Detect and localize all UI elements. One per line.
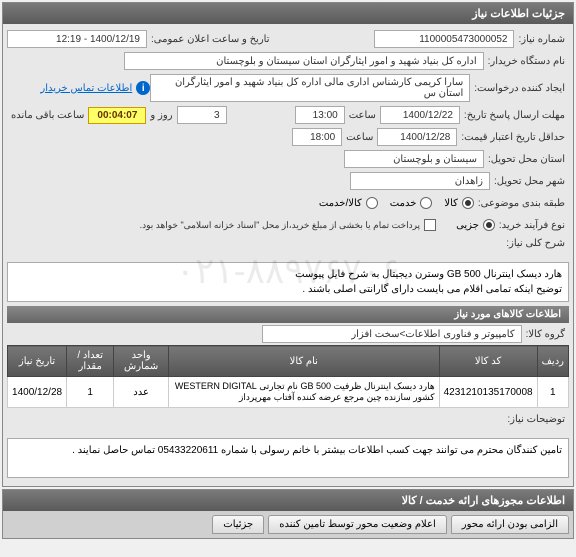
cell-qty: 1	[67, 377, 114, 408]
city-field: زاهدان	[350, 172, 490, 190]
radio-service-label: خدمت	[390, 198, 417, 209]
remaining-label: ساعت باقی مانده	[7, 110, 88, 121]
col-unit: واحد شمارش	[114, 346, 169, 377]
creator-label: ایجاد کننده درخواست:	[470, 83, 569, 94]
days-label: روز و	[146, 110, 176, 121]
city-label: شهر محل تحویل:	[490, 176, 569, 187]
goods-info-header: اطلاعات کالاهای مورد نیاز	[7, 306, 569, 323]
province-field: سیستان و بلوچستان	[344, 150, 484, 168]
licenses-header: اطلاعات مجوزهای ارائه خدمت / کالا	[3, 490, 573, 511]
notes-box: تامین کنندگان محترم می توانند جهت کسب اط…	[7, 438, 569, 478]
time-label-2: ساعت	[342, 132, 377, 143]
need-no-label: شماره نیاز:	[514, 34, 569, 45]
buyer-field: اداره کل بنیاد شهید و امور ایثارگران است…	[124, 52, 484, 70]
need-details-panel: جزئیات اطلاعات نیاز شماره نیاز: 11000054…	[2, 2, 574, 487]
radio-service[interactable]: خدمت	[390, 197, 433, 209]
notes-label: توضیحات نیاز:	[503, 414, 569, 425]
goods-table: ردیف کد کالا نام کالا واحد شمارش تعداد /…	[7, 345, 569, 408]
process-label: نوع فرآیند خرید:	[495, 220, 569, 231]
cell-name: هارد دیسک اینترنال ظرفیت GB 500 نام تجار…	[168, 377, 439, 408]
radio-icon	[420, 197, 432, 209]
treasury-checkbox[interactable]	[424, 219, 436, 231]
col-date: تاریخ نیاز	[8, 346, 67, 377]
radio-both[interactable]: کالا/خدمت	[319, 197, 378, 209]
need-description-box: هارد دیسک اینترنال GB 500 وسترن دیجیتال …	[7, 262, 569, 302]
group-field: کامپیوتر و فناوری اطلاعات>سخت افزار	[262, 325, 522, 343]
process-radio-group: جزیی	[456, 219, 495, 231]
table-row[interactable]: 1 4231210135170008 هارد دیسک اینترنال ظر…	[8, 377, 569, 408]
buyer-label: نام دستگاه خریدار:	[484, 56, 569, 67]
min-valid-date-field: 1400/12/28	[377, 128, 457, 146]
days-field: 3	[177, 106, 227, 124]
licenses-panel: اطلاعات مجوزهای ارائه خدمت / کالا الزامی…	[2, 489, 574, 539]
cell-n: 1	[537, 377, 568, 408]
announce-label: تاریخ و ساعت اعلان عمومی:	[147, 34, 274, 45]
deadline-time-field: 13:00	[295, 106, 345, 124]
table-header-row: ردیف کد کالا نام کالا واحد شمارش تعداد /…	[8, 346, 569, 377]
countdown-timer: 00:04:07	[88, 107, 146, 124]
col-row: ردیف	[537, 346, 568, 377]
need-no-field: 1100005473000052	[374, 30, 514, 48]
desc-label: شرح کلی نیاز:	[502, 238, 569, 249]
time-label-1: ساعت	[345, 110, 380, 121]
cell-date: 1400/12/28	[8, 377, 67, 408]
checkbox-text: پرداخت تمام یا بخشی از مبلغ خرید،از محل …	[136, 220, 424, 231]
deadline-label: مهلت ارسال پاسخ تاریخ:	[460, 110, 569, 121]
category-radio-group: کالا خدمت کالا/خدمت	[319, 197, 474, 209]
group-label: گروه کالا:	[522, 329, 569, 340]
col-qty: تعداد / مقدار	[67, 346, 114, 377]
creator-field: سارا کریمی کارشناس اداری مالی اداره کل ب…	[150, 74, 470, 102]
radio-icon	[366, 197, 378, 209]
radio-icon	[483, 219, 495, 231]
radio-partial-label: جزیی	[456, 220, 479, 231]
tab-mandatory[interactable]: الزامی بودن ارائه محور	[451, 515, 569, 534]
radio-goods-label: کالا	[444, 198, 458, 209]
tabs-bar: الزامی بودن ارائه محور اعلام وضعیت محور …	[3, 511, 573, 538]
radio-goods[interactable]: کالا	[444, 197, 474, 209]
info-icon[interactable]: i	[136, 81, 150, 95]
radio-both-label: کالا/خدمت	[319, 198, 362, 209]
announce-field: 1400/12/19 - 12:19	[7, 30, 147, 48]
tab-details[interactable]: جزئیات	[212, 515, 264, 534]
need-details-header: جزئیات اطلاعات نیاز	[3, 3, 573, 24]
budget-label: طبقه بندی موضوعی:	[474, 198, 569, 209]
cell-code: 4231210135170008	[439, 377, 537, 408]
cell-unit: عدد	[114, 377, 169, 408]
min-valid-label: حداقل تاریخ اعتبار قیمت:	[457, 132, 569, 143]
buyer-contact-link[interactable]: اطلاعات تماس خریدار	[36, 83, 136, 94]
col-code: کد کالا	[439, 346, 537, 377]
deadline-date-field: 1400/12/22	[380, 106, 460, 124]
province-label: استان محل تحویل:	[484, 154, 569, 165]
tab-supplier-status[interactable]: اعلام وضعیت محور توسط تامین کننده	[268, 515, 447, 534]
min-valid-time-field: 18:00	[292, 128, 342, 146]
col-name: نام کالا	[168, 346, 439, 377]
radio-icon	[462, 197, 474, 209]
radio-partial[interactable]: جزیی	[456, 219, 495, 231]
